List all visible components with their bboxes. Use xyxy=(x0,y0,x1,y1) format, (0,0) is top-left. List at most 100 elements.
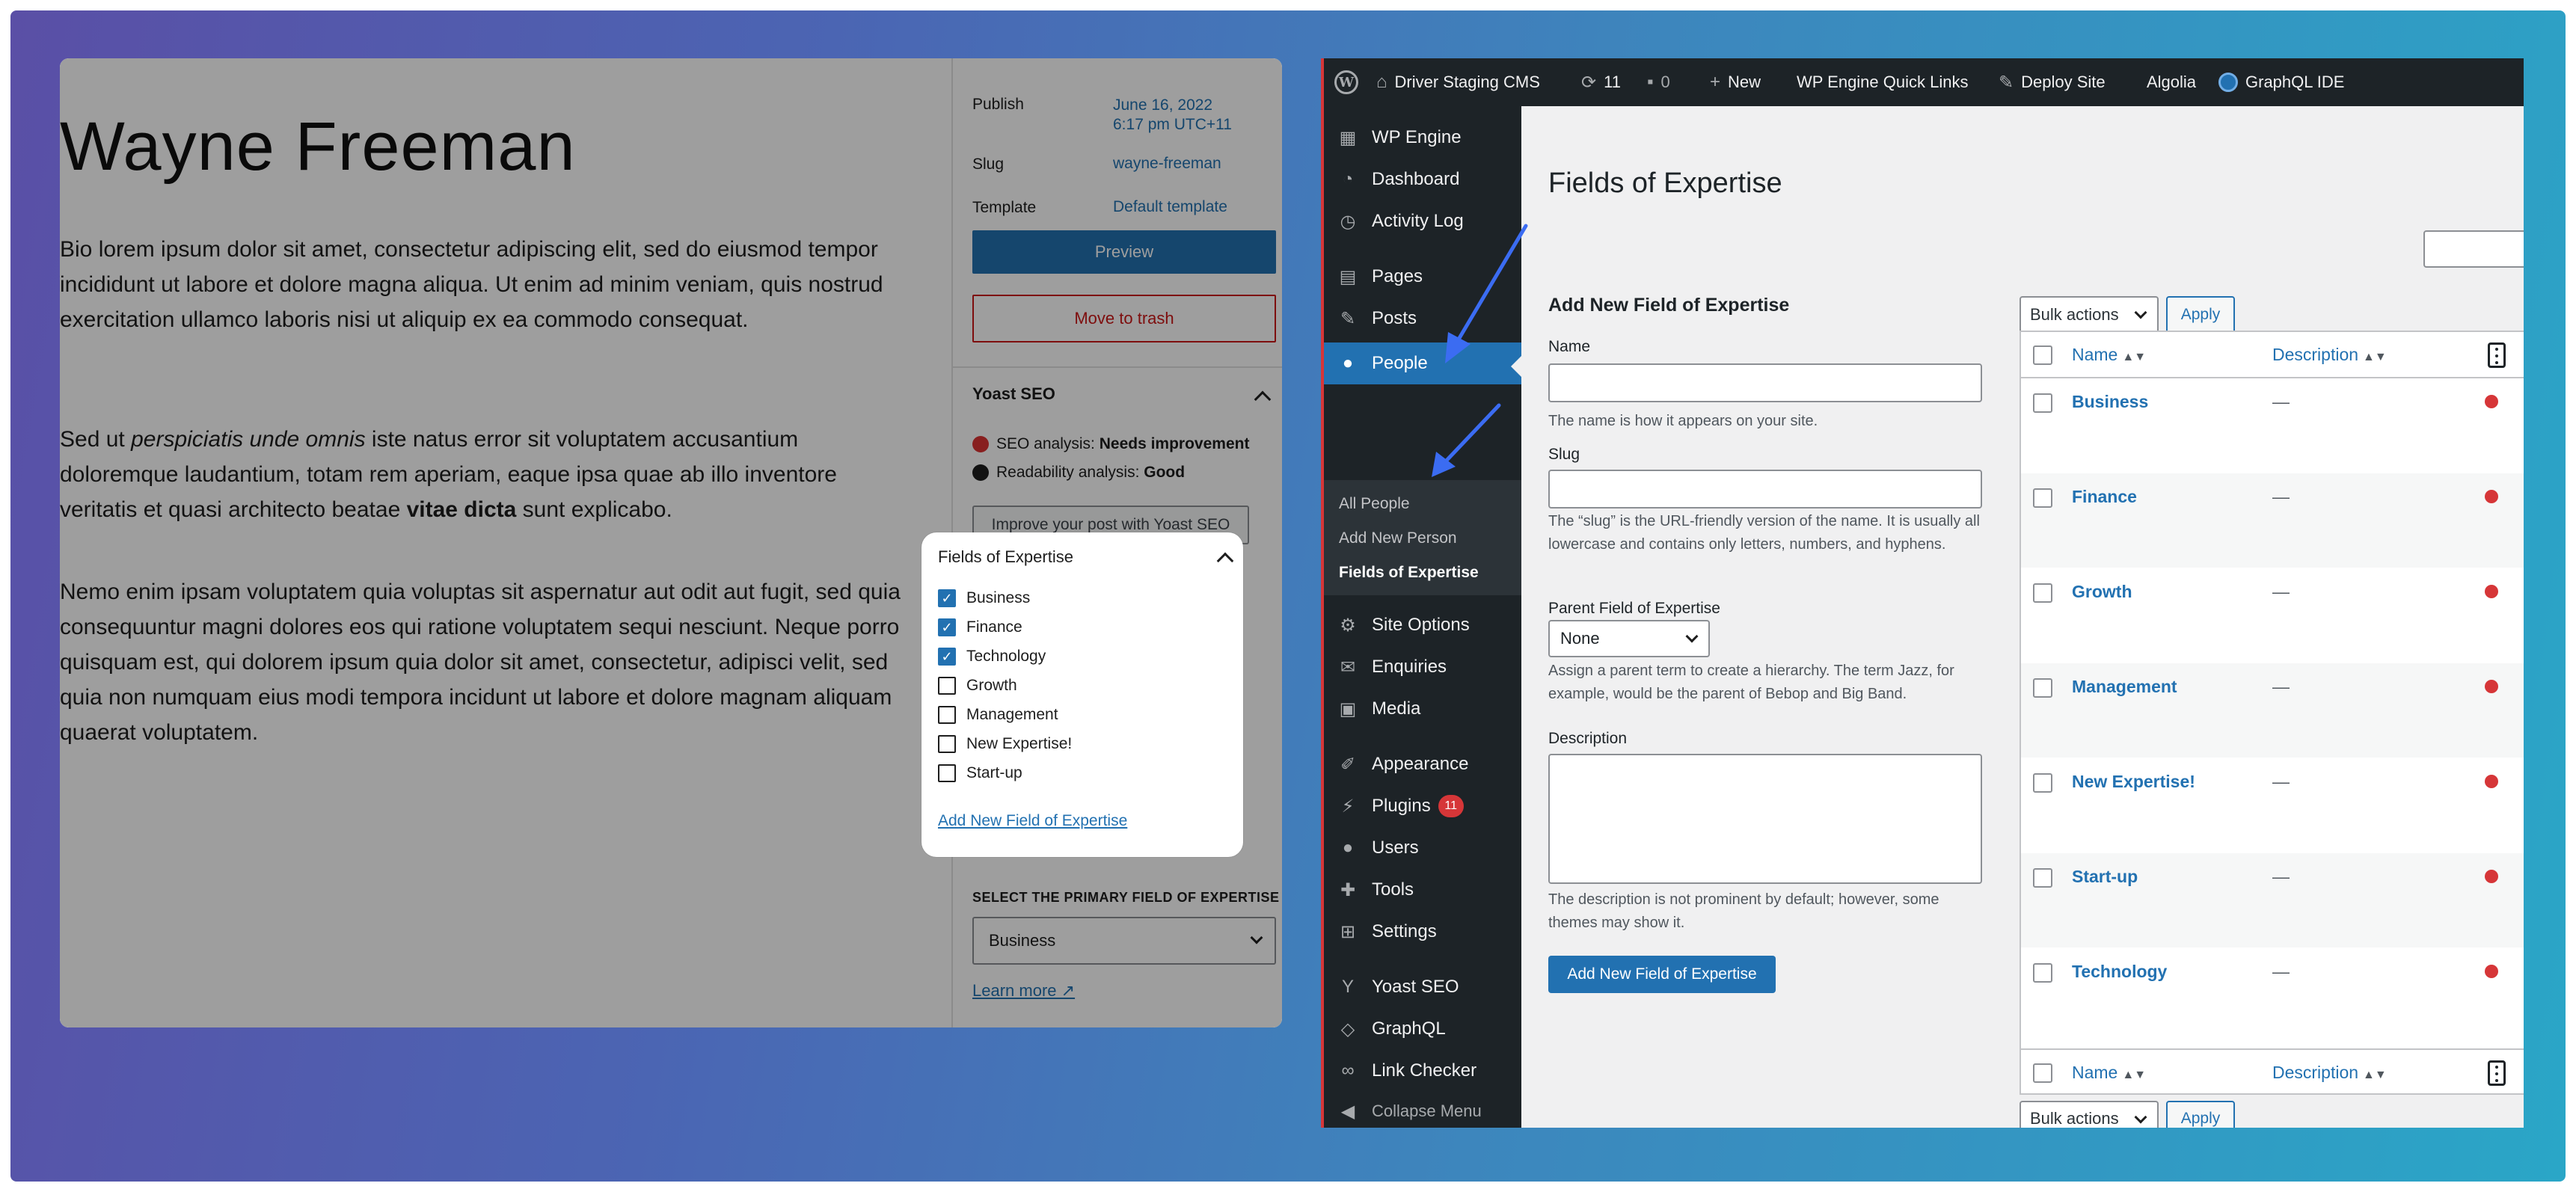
expertise-checkbox-row[interactable]: Start-up xyxy=(938,764,1022,782)
column-description-header[interactable]: Description ▲▼ xyxy=(2272,1063,2387,1083)
term-name-link[interactable]: New Expertise! xyxy=(2072,772,2195,792)
status-dot-icon xyxy=(2485,680,2498,693)
deploy-site-link[interactable]: ✎ Deploy Site xyxy=(1999,58,2106,106)
column-name-header[interactable]: Name ▲▼ xyxy=(2072,345,2146,365)
quick-links-menu[interactable]: WP Engine Quick Links xyxy=(1797,58,1968,106)
name-input[interactable] xyxy=(1548,363,1982,402)
fields-of-expertise-title[interactable]: Fields of Expertise xyxy=(938,547,1073,567)
term-name-link[interactable]: Business xyxy=(2072,392,2148,412)
chevron-down-icon xyxy=(2134,306,2147,319)
expertise-checkbox-row[interactable]: ✓ Business xyxy=(938,589,1030,607)
pages-icon: ▤ xyxy=(1339,266,1357,287)
checkbox-checked-icon[interactable]: ✓ xyxy=(938,589,956,607)
menu-label: Yoast SEO xyxy=(1372,977,1459,997)
expertise-checkbox-row[interactable]: ✓ Technology xyxy=(938,648,1046,666)
checkbox-unchecked-icon[interactable] xyxy=(938,706,956,724)
row-checkbox[interactable] xyxy=(2033,868,2052,888)
term-name-link[interactable]: Management xyxy=(2072,677,2177,697)
menu-tools[interactable]: ✚ Tools xyxy=(1324,869,1521,911)
menu-label: Settings xyxy=(1372,921,1437,941)
new-content-link[interactable]: + New xyxy=(1710,58,1761,106)
menu-label: Site Options xyxy=(1372,615,1470,635)
menu-graphql[interactable]: ◇ GraphQL xyxy=(1324,1008,1521,1050)
menu-media[interactable]: ▣ Media xyxy=(1324,688,1521,730)
checkbox-checked-icon[interactable]: ✓ xyxy=(938,618,956,636)
row-checkbox[interactable] xyxy=(2033,773,2052,793)
slug-input[interactable] xyxy=(1548,470,1982,509)
apply-button-bottom[interactable]: Apply xyxy=(2166,1101,2235,1128)
menu-link-checker[interactable]: ∞ Link Checker xyxy=(1324,1050,1521,1092)
menu-site-options[interactable]: ⚙ Site Options xyxy=(1324,604,1521,646)
term-name-link[interactable]: Technology xyxy=(2072,962,2167,982)
menu-settings[interactable]: ⊞ Settings xyxy=(1324,911,1521,953)
admin-bar: W ⌂ Driver Staging CMS ⟳ 11 ▪ 0 + New WP Eng… xyxy=(1324,58,2524,106)
bulk-actions-select[interactable]: Bulk actions xyxy=(2020,296,2159,334)
menu-label: Link Checker xyxy=(1372,1060,1477,1081)
menu-label: Collapse Menu xyxy=(1372,1102,1482,1120)
algolia-link[interactable]: Algolia xyxy=(2147,58,2196,106)
row-checkbox[interactable] xyxy=(2033,488,2052,508)
expertise-checkbox-row[interactable]: Management xyxy=(938,706,1058,724)
sort-icon: ▲▼ xyxy=(2122,1068,2147,1081)
wordpress-logo-icon[interactable]: W xyxy=(1334,58,1358,106)
graphql-ide-link[interactable]: GraphQL IDE xyxy=(2218,58,2344,106)
row-checkbox[interactable] xyxy=(2033,393,2052,413)
menu-wp-engine[interactable]: ▦ WP Engine xyxy=(1324,117,1521,159)
column-options-icon[interactable] xyxy=(2488,342,2506,368)
menu-collapse[interactable]: ◀ Collapse Menu xyxy=(1324,1090,1521,1128)
row-checkbox[interactable] xyxy=(2033,678,2052,698)
screenshot-frame: Wayne Freeman Bio lorem ipsum dolor sit … xyxy=(10,10,2566,1182)
description-textarea[interactable] xyxy=(1548,754,1982,884)
bulk-actions-select-bottom[interactable]: Bulk actions xyxy=(2020,1101,2159,1128)
menu-yoast-seo[interactable]: Y Yoast SEO xyxy=(1324,966,1521,1008)
add-new-field-button[interactable]: Add New Field of Expertise xyxy=(1548,956,1776,993)
chevron-down-icon xyxy=(2134,1110,2147,1124)
submenu-all-people[interactable]: All People xyxy=(1339,495,1410,513)
menu-label: Appearance xyxy=(1372,754,1469,774)
column-description-header[interactable]: Description ▲▼ xyxy=(2272,345,2387,365)
submenu-fields-of-expertise[interactable]: Fields of Expertise xyxy=(1339,564,1479,582)
comment-icon: ▪ xyxy=(1647,72,1654,92)
chevron-up-icon[interactable] xyxy=(1216,552,1234,570)
apply-button[interactable]: Apply xyxy=(2166,296,2235,334)
menu-plugins[interactable]: ⚡ Plugins 11 xyxy=(1324,785,1521,827)
add-new-field-link[interactable]: Add New Field of Expertise xyxy=(938,812,1127,830)
parent-select[interactable]: None xyxy=(1548,620,1710,657)
yoast-icon: Y xyxy=(1341,977,1354,997)
submenu-add-new-person[interactable]: Add New Person xyxy=(1339,529,1457,547)
parent-value: None xyxy=(1560,629,1600,648)
expertise-checkbox-row[interactable]: ✓ Finance xyxy=(938,618,1022,636)
menu-users[interactable]: ● Users xyxy=(1324,827,1521,869)
column-name-header[interactable]: Name ▲▼ xyxy=(2072,1063,2146,1083)
updates-link[interactable]: ⟳ 11 xyxy=(1581,58,1621,106)
menu-label: Plugins xyxy=(1372,796,1431,816)
term-name-link[interactable]: Finance xyxy=(2072,487,2137,507)
new-label: New xyxy=(1728,73,1761,91)
menu-appearance[interactable]: ✐ Appearance xyxy=(1324,743,1521,785)
menu-enquiries[interactable]: ✉ Enquiries xyxy=(1324,646,1521,688)
term-name-link[interactable]: Growth xyxy=(2072,582,2132,602)
row-checkbox[interactable] xyxy=(2033,963,2052,983)
search-input[interactable] xyxy=(2423,230,2524,268)
site-name: Driver Staging CMS xyxy=(1394,73,1540,91)
sort-icon: ▲▼ xyxy=(2363,350,2387,363)
menu-dashboard[interactable]: ◔ Dashboard xyxy=(1324,159,1521,200)
site-name-link[interactable]: ⌂ Driver Staging CMS xyxy=(1376,58,1540,106)
term-name-link[interactable]: Start-up xyxy=(2072,867,2138,887)
checkbox-checked-icon[interactable]: ✓ xyxy=(938,648,956,666)
checkbox-unchecked-icon[interactable] xyxy=(938,764,956,782)
row-checkbox[interactable] xyxy=(2033,583,2052,603)
checkbox-unchecked-icon[interactable] xyxy=(938,677,956,695)
checkbox-unchecked-icon[interactable] xyxy=(938,735,956,753)
select-all-checkbox[interactable] xyxy=(2033,1063,2052,1083)
term-description: — xyxy=(2272,392,2290,411)
gear-icon: ⚙ xyxy=(1340,615,1356,636)
expertise-checkbox-row[interactable]: New Expertise! xyxy=(938,735,1072,753)
people-submenu: All People Add New Person Fields of Expe… xyxy=(1324,480,1521,595)
expertise-checkbox-row[interactable]: Growth xyxy=(938,677,1017,695)
select-all-checkbox[interactable] xyxy=(2033,345,2052,365)
status-dot-icon xyxy=(2485,965,2498,978)
comments-link[interactable]: ▪ 0 xyxy=(1647,58,1670,106)
column-options-icon[interactable] xyxy=(2488,1060,2506,1086)
table-row: Management — xyxy=(2021,663,2524,758)
